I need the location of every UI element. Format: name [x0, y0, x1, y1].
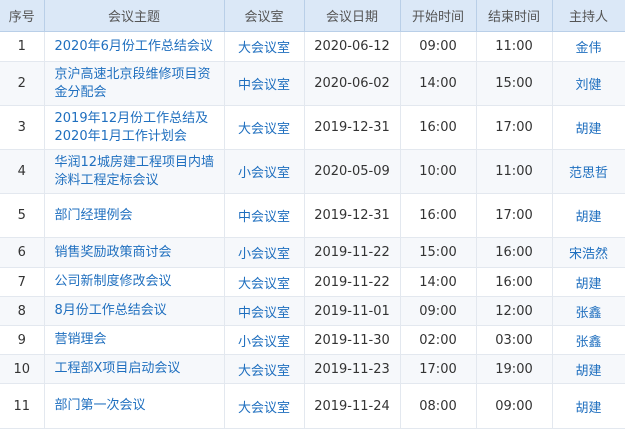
- cell-date: 2019-12-31: [304, 193, 401, 238]
- cell-no: 7: [0, 267, 45, 297]
- cell-date: 2019-11-23: [304, 354, 401, 384]
- cell-start: 16:00: [400, 105, 477, 150]
- cell-start: 09:00: [400, 296, 477, 326]
- table-row[interactable]: 2 京沪高速北京段维修项目资金分配会 中会议室 2020-06-02 14:00…: [0, 61, 625, 106]
- cell-no: 2: [0, 61, 45, 106]
- cell-room: 大会议室: [224, 383, 305, 429]
- cell-room: 中会议室: [224, 61, 305, 106]
- cell-end: 11:00: [476, 31, 553, 62]
- cell-no: 11: [0, 383, 45, 429]
- cell-end: 09:00: [476, 383, 553, 429]
- cell-host: 胡建: [552, 354, 625, 384]
- table-header: 序号 会议主题 会议室 会议日期 开始时间 结束时间 主持人: [0, 0, 625, 32]
- cell-room: 大会议室: [224, 354, 305, 384]
- cell-date: 2020-06-02: [304, 61, 401, 106]
- meeting-table: 序号 会议主题 会议室 会议日期 开始时间 结束时间 主持人 1 2020年6月…: [0, 0, 625, 429]
- cell-host: 张鑫: [552, 325, 625, 355]
- header-topic[interactable]: 会议主题: [44, 0, 225, 32]
- cell-room: 大会议室: [224, 31, 305, 62]
- cell-host: 范思哲: [552, 149, 625, 194]
- cell-end: 15:00: [476, 61, 553, 106]
- cell-end: 17:00: [476, 193, 553, 238]
- table-body: 1 2020年6月份工作总结会议 大会议室 2020-06-12 09:00 1…: [0, 31, 625, 429]
- cell-start: 14:00: [400, 61, 477, 106]
- cell-host: 金伟: [552, 31, 625, 62]
- cell-date: 2020-05-09: [304, 149, 401, 194]
- header-end[interactable]: 结束时间: [476, 0, 553, 32]
- table-row[interactable]: 10 工程部X项目启动会议 大会议室 2019-11-23 17:00 19:0…: [0, 354, 625, 384]
- cell-host: 胡建: [552, 193, 625, 238]
- cell-no: 3: [0, 105, 45, 150]
- cell-no: 8: [0, 296, 45, 326]
- cell-topic-link[interactable]: 工程部X项目启动会议: [44, 354, 225, 384]
- cell-start: 02:00: [400, 325, 477, 355]
- cell-start: 16:00: [400, 193, 477, 238]
- cell-no: 4: [0, 149, 45, 194]
- cell-no: 9: [0, 325, 45, 355]
- cell-start: 08:00: [400, 383, 477, 429]
- header-host[interactable]: 主持人: [552, 0, 625, 32]
- cell-host: 胡建: [552, 267, 625, 297]
- cell-start: 14:00: [400, 267, 477, 297]
- cell-host: 宋浩然: [552, 237, 625, 268]
- cell-date: 2019-11-24: [304, 383, 401, 429]
- table-row[interactable]: 6 销售奖励政策商讨会 小会议室 2019-11-22 15:00 16:00 …: [0, 237, 625, 268]
- cell-room: 小会议室: [224, 237, 305, 268]
- table-row[interactable]: 3 2019年12月份工作总结及2020年1月工作计划会 大会议室 2019-1…: [0, 105, 625, 150]
- cell-date: 2019-11-22: [304, 237, 401, 268]
- cell-end: 16:00: [476, 267, 553, 297]
- header-date[interactable]: 会议日期: [304, 0, 401, 32]
- cell-topic-link[interactable]: 部门第一次会议: [44, 383, 225, 429]
- cell-date: 2019-11-22: [304, 267, 401, 297]
- cell-end: 03:00: [476, 325, 553, 355]
- cell-end: 17:00: [476, 105, 553, 150]
- cell-end: 12:00: [476, 296, 553, 326]
- cell-topic-link[interactable]: 公司新制度修改会议: [44, 267, 225, 297]
- cell-end: 11:00: [476, 149, 553, 194]
- header-start[interactable]: 开始时间: [400, 0, 477, 32]
- cell-date: 2019-11-30: [304, 325, 401, 355]
- cell-start: 17:00: [400, 354, 477, 384]
- cell-no: 6: [0, 237, 45, 268]
- table-row[interactable]: 9 营销理会 小会议室 2019-11-30 02:00 03:00 张鑫: [0, 325, 625, 355]
- cell-host: 刘健: [552, 61, 625, 106]
- cell-start: 10:00: [400, 149, 477, 194]
- cell-end: 16:00: [476, 237, 553, 268]
- table-row[interactable]: 11 部门第一次会议 大会议室 2019-11-24 08:00 09:00 胡…: [0, 383, 625, 429]
- table-row[interactable]: 8 8月份工作总结会议 中会议室 2019-11-01 09:00 12:00 …: [0, 296, 625, 326]
- cell-end: 19:00: [476, 354, 553, 384]
- cell-date: 2020-06-12: [304, 31, 401, 62]
- cell-start: 09:00: [400, 31, 477, 62]
- cell-host: 胡建: [552, 383, 625, 429]
- header-room[interactable]: 会议室: [224, 0, 305, 32]
- cell-date: 2019-12-31: [304, 105, 401, 150]
- cell-topic-link[interactable]: 华润12城房建工程项目内墙涂料工程定标会议: [44, 149, 225, 194]
- cell-topic-link[interactable]: 8月份工作总结会议: [44, 296, 225, 326]
- cell-start: 15:00: [400, 237, 477, 268]
- cell-date: 2019-11-01: [304, 296, 401, 326]
- cell-room: 中会议室: [224, 193, 305, 238]
- cell-topic-link[interactable]: 营销理会: [44, 325, 225, 355]
- cell-no: 5: [0, 193, 45, 238]
- table-row[interactable]: 7 公司新制度修改会议 大会议室 2019-11-22 14:00 16:00 …: [0, 267, 625, 297]
- cell-no: 10: [0, 354, 45, 384]
- table-row[interactable]: 4 华润12城房建工程项目内墙涂料工程定标会议 小会议室 2020-05-09 …: [0, 149, 625, 194]
- cell-topic-link[interactable]: 2020年6月份工作总结会议: [44, 31, 225, 62]
- cell-topic-link[interactable]: 销售奖励政策商讨会: [44, 237, 225, 268]
- cell-topic-link[interactable]: 2019年12月份工作总结及2020年1月工作计划会: [44, 105, 225, 150]
- cell-topic-link[interactable]: 京沪高速北京段维修项目资金分配会: [44, 61, 225, 106]
- table-row[interactable]: 1 2020年6月份工作总结会议 大会议室 2020-06-12 09:00 1…: [0, 31, 625, 62]
- cell-room: 小会议室: [224, 325, 305, 355]
- cell-room: 大会议室: [224, 105, 305, 150]
- cell-no: 1: [0, 31, 45, 62]
- cell-room: 小会议室: [224, 149, 305, 194]
- cell-room: 大会议室: [224, 267, 305, 297]
- cell-room: 中会议室: [224, 296, 305, 326]
- cell-topic-link[interactable]: 部门经理例会: [44, 193, 225, 238]
- cell-host: 张鑫: [552, 296, 625, 326]
- table-row[interactable]: 5 部门经理例会 中会议室 2019-12-31 16:00 17:00 胡建: [0, 193, 625, 238]
- header-no[interactable]: 序号: [0, 0, 45, 32]
- cell-host: 胡建: [552, 105, 625, 150]
